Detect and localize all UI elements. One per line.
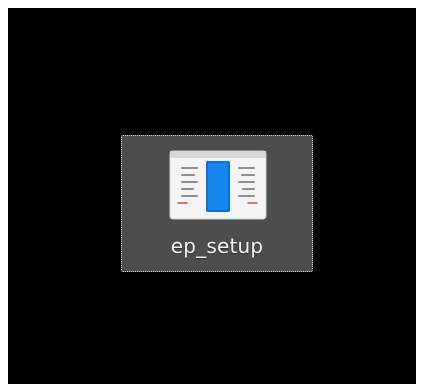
desktop-background: ep_setup	[8, 8, 416, 384]
screenshot-frame: ep_setup	[0, 0, 422, 384]
setup-window-icon	[169, 150, 267, 220]
ep-setup-desktop-icon[interactable]: ep_setup	[121, 135, 313, 272]
desktop-icon-label[interactable]: ep_setup	[122, 234, 312, 258]
